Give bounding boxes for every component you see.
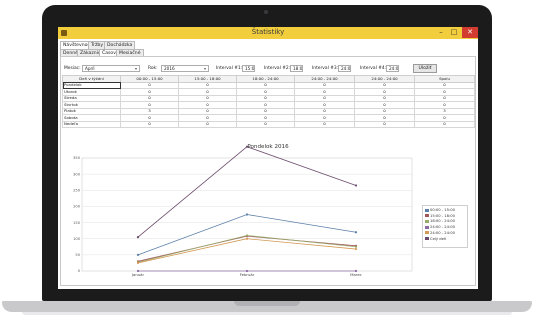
y-tick-label: 50 xyxy=(75,253,80,257)
y-tick-label: 200 xyxy=(73,205,81,209)
data-point xyxy=(245,237,249,240)
legend-swatch xyxy=(425,214,429,218)
base-shadow xyxy=(22,312,512,315)
data-point xyxy=(136,269,140,273)
data-point xyxy=(136,261,140,265)
legend-swatch xyxy=(425,237,429,241)
line-chart: 0 50 100 150 200 250 300 350 Január Február Marec xyxy=(73,145,413,277)
legend-label: Celý deň xyxy=(430,236,447,241)
data-point xyxy=(245,213,249,216)
data-point xyxy=(354,247,358,251)
legend-entry: Celý deň xyxy=(425,237,465,243)
data-point xyxy=(354,245,358,248)
x-tick-label: Február xyxy=(240,272,255,277)
data-point xyxy=(245,234,249,237)
legend-swatch xyxy=(425,208,429,212)
trackpad-notch xyxy=(234,301,300,306)
data-point xyxy=(354,184,358,187)
legend-swatch xyxy=(425,225,429,229)
y-tick-label: 250 xyxy=(73,188,81,192)
data-point xyxy=(245,145,249,148)
legend-swatch xyxy=(425,219,429,223)
x-tick-label: Marec xyxy=(350,272,362,277)
chart-legend: 00:00 - 15:00 15:00 - 18:00 18:00 - 24:00 2… xyxy=(422,205,468,248)
data-point xyxy=(245,269,249,273)
y-tick-label: 150 xyxy=(73,221,81,225)
y-tick-label: 0 xyxy=(78,269,81,273)
x-tick-label: Január xyxy=(131,272,145,277)
legend-swatch xyxy=(425,231,429,235)
y-tick-label: 300 xyxy=(73,172,81,176)
data-point xyxy=(136,236,140,239)
data-point xyxy=(354,269,358,273)
data-point xyxy=(136,253,140,256)
data-point xyxy=(354,231,358,234)
y-tick-label: 350 xyxy=(73,156,81,160)
legend-label: 15:00 - 18:00 xyxy=(430,213,455,218)
legend-label: 24:00 - 24:00 xyxy=(430,225,455,230)
app-window: Štatistiky – □ ✕ Návštevnosť Tržby Dochá… xyxy=(58,27,478,289)
legend-label: 00:00 - 15:00 xyxy=(430,208,455,212)
y-tick-label: 100 xyxy=(73,237,81,241)
webcam xyxy=(264,10,268,14)
legend-label: 18:00 - 24:00 xyxy=(430,219,455,224)
legend-label: 24:00 - 24:00 xyxy=(430,230,455,235)
